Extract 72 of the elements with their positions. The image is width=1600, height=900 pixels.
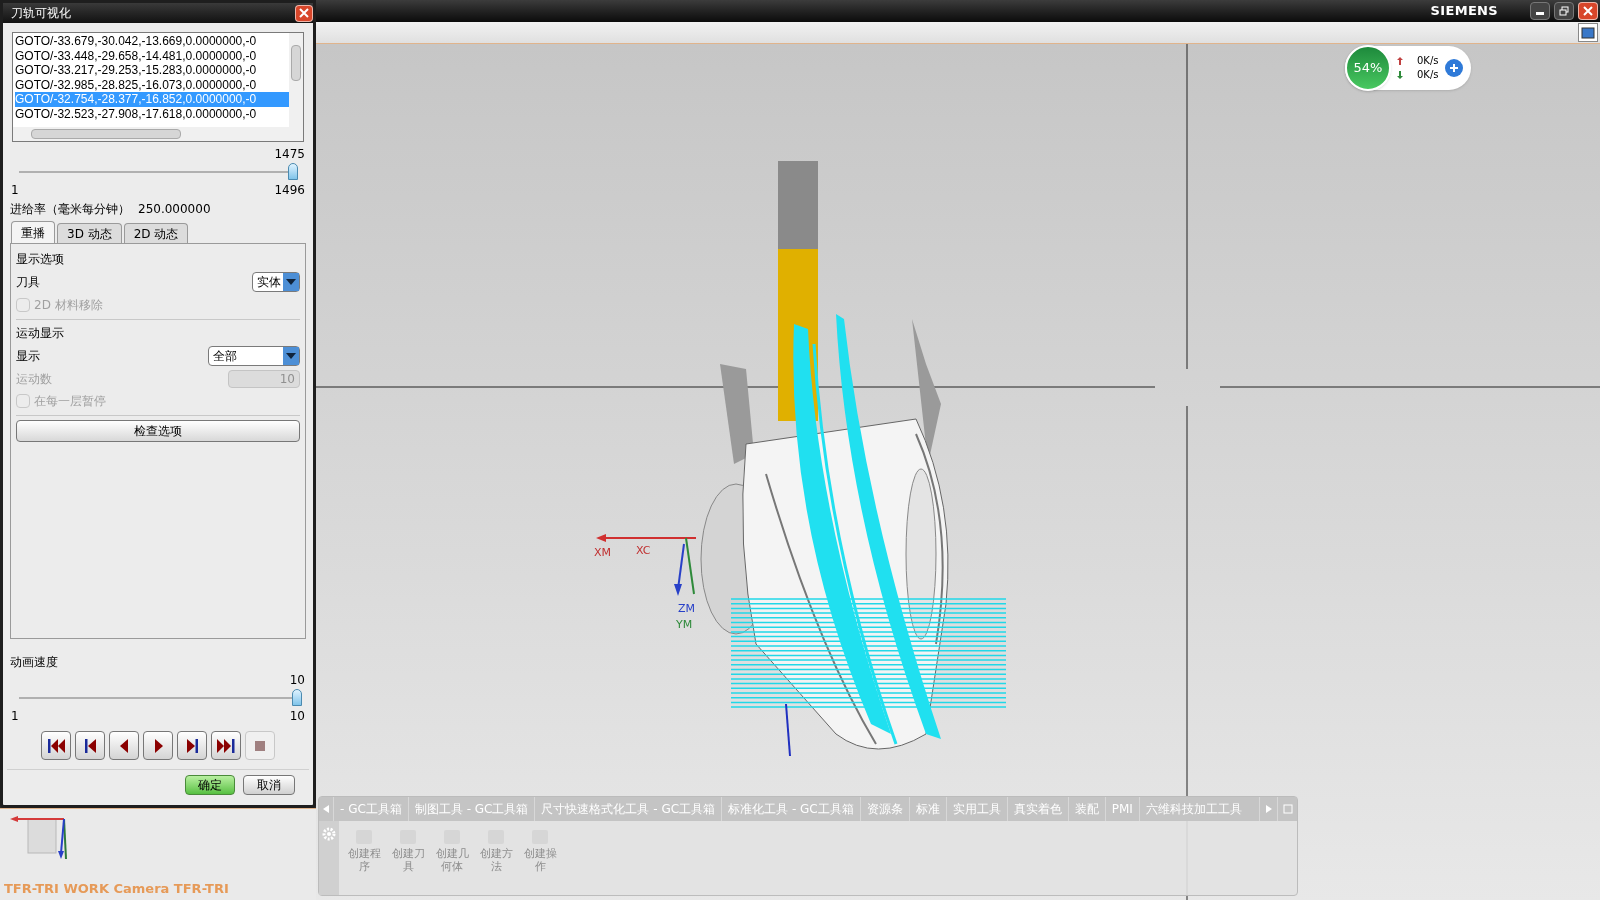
checkbox-label: 2D 材料移除 (34, 296, 103, 314)
ok-button[interactable]: 确定 (185, 775, 235, 795)
minimize-button[interactable] (1530, 2, 1550, 20)
reverse-button[interactable] (109, 731, 139, 760)
caret-right-icon (1265, 805, 1272, 813)
slider-value: 1475 (274, 146, 305, 163)
check-options-button[interactable]: 检查选项 (16, 420, 300, 442)
tab[interactable]: 重播 (11, 221, 55, 243)
minimize-icon (1536, 12, 1544, 15)
dialog-title: 刀轨可视化 (11, 5, 71, 22)
step-back-button[interactable] (75, 731, 105, 760)
download-speed: 0K/s (1417, 68, 1439, 82)
ribbon-tab[interactable]: 标准化工具 - GC工具箱 (721, 797, 860, 821)
slider-min-label: 1 (11, 708, 19, 725)
ribbon-tab[interactable]: 标准 (908, 797, 946, 821)
checkbox-label: 在每一层暂停 (34, 392, 106, 410)
slider-thumb[interactable] (288, 163, 299, 180)
camera-label: TFR-TRI WORK Camera TFR-TRI (4, 879, 230, 898)
close-button[interactable] (295, 4, 313, 22)
feed-rate-value: 250.000000 (138, 201, 211, 218)
dropdown[interactable]: 全部 (208, 346, 300, 366)
axis-label: YM (676, 618, 693, 631)
ribbon-tab[interactable]: 实用工具 (945, 797, 1007, 821)
path-list-item[interactable]: GOTO/-33.217,-29.253,-15.283,0.0000000,-0 (15, 63, 289, 78)
up-arrow-icon (1397, 57, 1403, 65)
down-arrow-icon (1397, 71, 1403, 79)
slider-max-label: 10 (289, 708, 305, 725)
horizontal-scrollbar[interactable] (13, 127, 303, 141)
path-list-item[interactable]: GOTO/-32.754,-28.377,-16.852,0.0000000,-0 (15, 92, 289, 107)
dropdown[interactable]: 实体 (252, 272, 300, 292)
axis-label: XC (636, 544, 651, 557)
vertical-scrollbar[interactable] (289, 33, 303, 127)
slider-thumb[interactable] (292, 689, 302, 706)
plus-button[interactable] (1444, 59, 1463, 77)
close-icon (299, 8, 309, 18)
fit-view-button[interactable] (1578, 23, 1598, 42)
settings-icon (322, 827, 336, 841)
usage-gauge: 54% (1345, 45, 1391, 91)
restore-button[interactable] (1554, 2, 1574, 20)
path-list-item[interactable]: GOTO/-32.985,-28.825,-16.073,0.0000000,-0 (15, 77, 289, 93)
axis-label: XM (594, 546, 612, 559)
motion-count-label: 运动数 (16, 371, 52, 388)
tab[interactable]: 2D 动态 (123, 223, 189, 243)
section-title: 显示选项 (16, 251, 65, 268)
tab[interactable]: 3D 动态 (57, 223, 122, 243)
screen-icon (1581, 26, 1595, 39)
step-forward-button[interactable] (177, 731, 207, 760)
section-title: 运动显示 (16, 325, 65, 342)
display-label: 显示 (16, 348, 40, 365)
close-button[interactable] (1578, 2, 1598, 20)
play-button[interactable] (143, 731, 173, 760)
tool-label: 刀具 (16, 274, 40, 291)
first-button[interactable] (41, 731, 71, 760)
feed-rate-label: 进给率（毫米每分钟） (10, 201, 130, 218)
cancel-button[interactable]: 取消 (243, 775, 295, 795)
path-list-item[interactable]: GOTO/-33.448,-29.658,-14.481,0.0000000,-0 (15, 48, 289, 64)
ribbon-tab[interactable]: PMI (1104, 797, 1139, 821)
slider-max-label: 1496 (274, 182, 305, 199)
caret-left-icon (323, 805, 329, 813)
path-list-item[interactable]: GOTO/-33.679,-30.042,-13.669,0.0000000,-0 (15, 34, 289, 49)
plus-icon (1448, 63, 1459, 73)
axis-label: ZM (678, 602, 696, 615)
slider-min-label: 1 (11, 182, 19, 199)
path-list-item[interactable]: GOTO/-32.523,-27.908,-17.618,0.0000000,-0 (15, 106, 289, 122)
menu-icon (1282, 804, 1293, 814)
close-icon (1583, 6, 1593, 16)
brand-logo: SIEMENS (1430, 2, 1498, 21)
upload-speed: 0K/s (1417, 54, 1439, 68)
slider-value: 10 (289, 672, 305, 689)
restore-icon (1559, 6, 1569, 16)
speed-label: 动画速度 (10, 655, 58, 669)
last-button[interactable] (211, 731, 241, 760)
